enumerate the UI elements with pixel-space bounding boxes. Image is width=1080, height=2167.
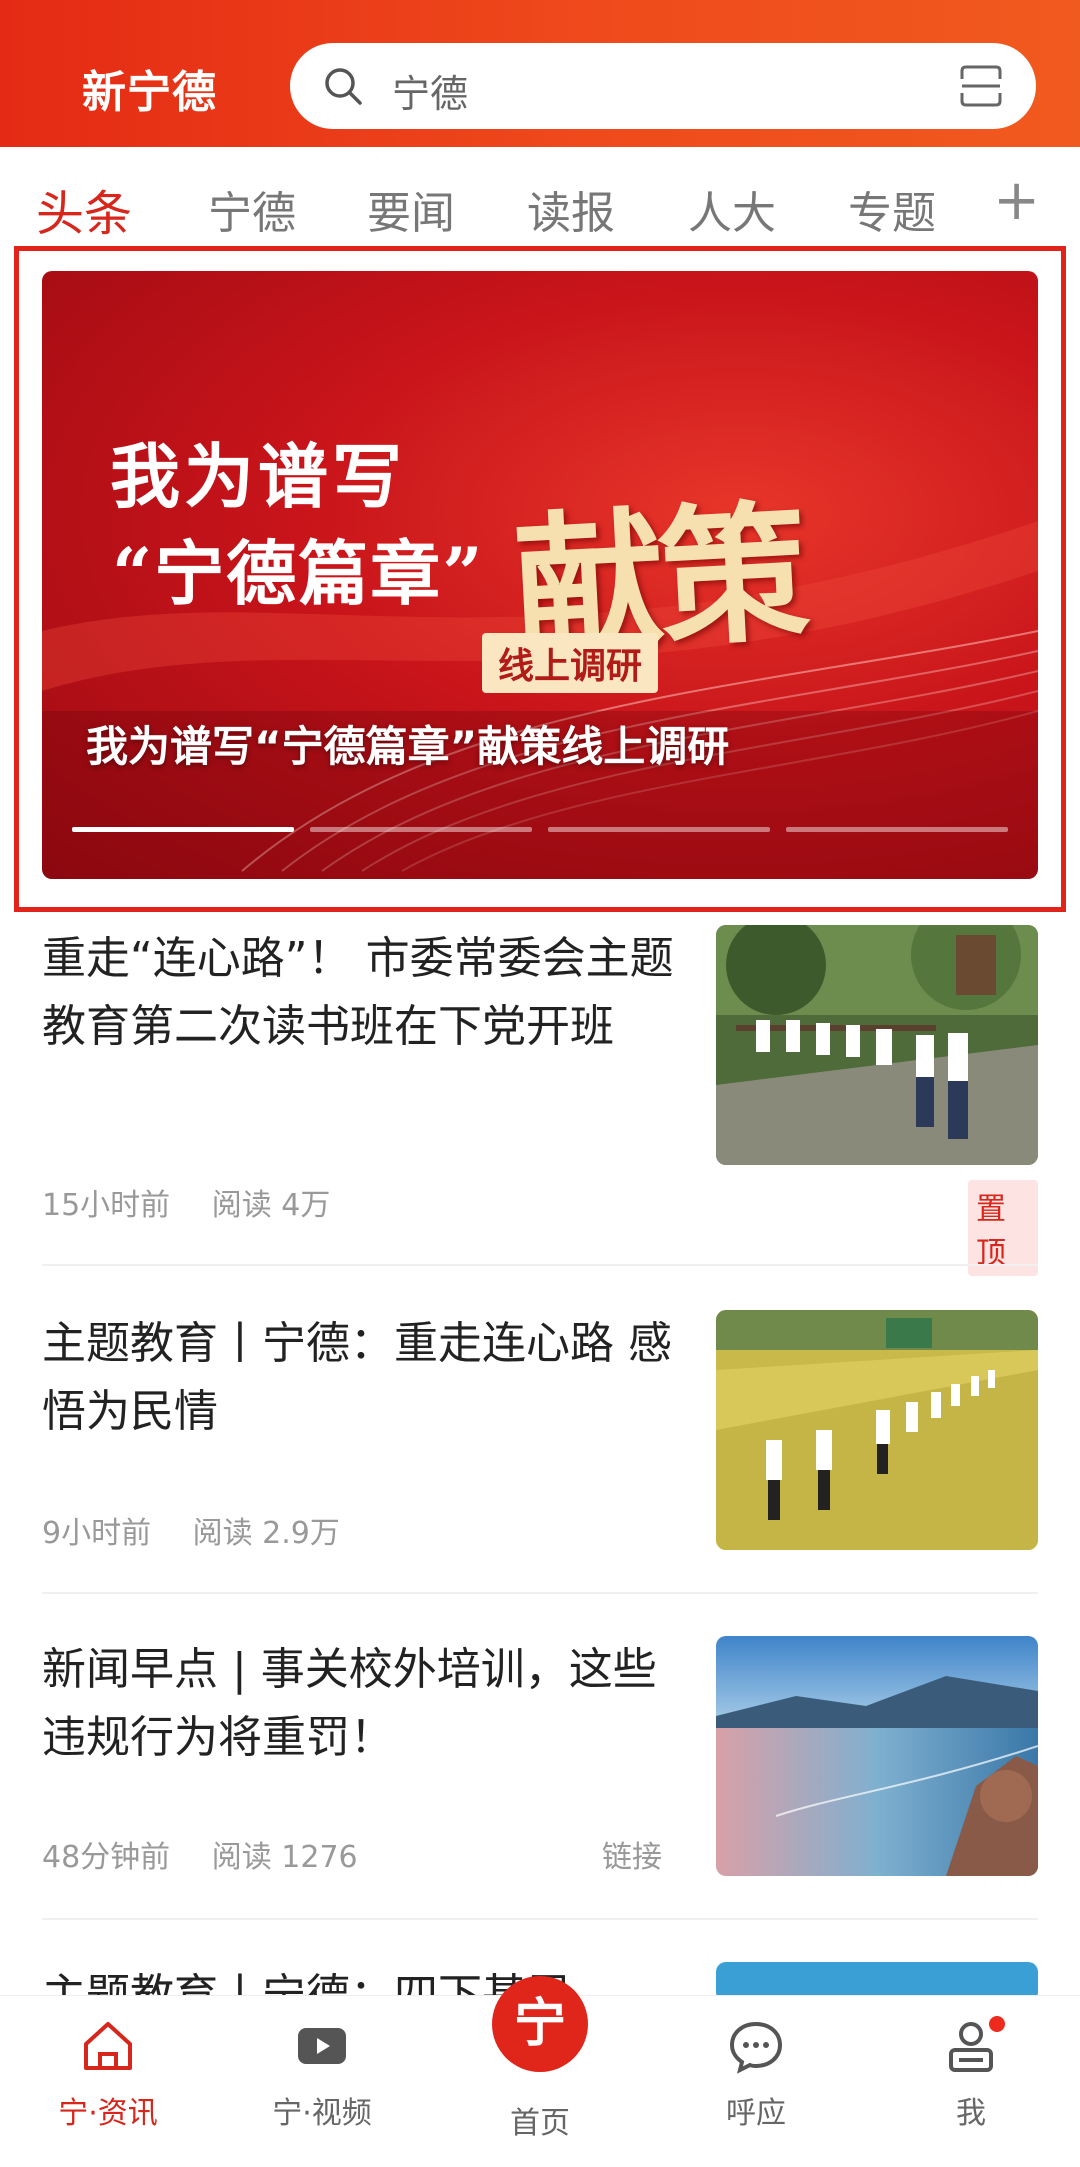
nav-label: 宁·资讯 bbox=[58, 2096, 158, 2131]
news-reads: 阅读 2.9万 bbox=[192, 1516, 340, 1551]
app-header: 新宁德 宁德 bbox=[0, 0, 1080, 147]
banner-headline-line2: “宁德篇章” bbox=[112, 532, 485, 615]
news-time: 9小时前 bbox=[42, 1516, 152, 1551]
scan-icon[interactable] bbox=[958, 63, 1004, 109]
app-logo: 新宁德 bbox=[82, 67, 217, 118]
news-thumbnail bbox=[716, 925, 1038, 1165]
carousel-dot[interactable] bbox=[786, 827, 1008, 832]
chat-bubble-icon bbox=[729, 2021, 783, 2074]
news-time: 48分钟前 bbox=[42, 1840, 171, 1875]
news-time: 15小时前 bbox=[42, 1188, 171, 1223]
news-reads: 阅读 1276 bbox=[211, 1840, 358, 1875]
news-item[interactable]: 重走“连心路”！ 市委常委会主题教育第二次读书班在下党开班 15小时前 阅读 4… bbox=[42, 925, 1038, 1276]
banner-carousel[interactable]: 我为谱写 “宁德篇章” 献策 线上调研 我为谱写“宁德篇章”献策线上调研 bbox=[42, 271, 1038, 879]
carousel-dot[interactable] bbox=[548, 827, 770, 832]
news-item[interactable]: 主题教育丨宁德：重走连心路 感悟为民情 9小时前 阅读 2.9万 bbox=[42, 1310, 1038, 1580]
carousel-dot[interactable] bbox=[310, 827, 532, 832]
tab-yaowen[interactable]: 要闻 bbox=[367, 177, 455, 241]
nav-news[interactable]: 宁·资讯 bbox=[28, 2016, 188, 2132]
nav-response[interactable]: 呼应 bbox=[676, 2016, 836, 2132]
home-logo-icon[interactable]: 宁 bbox=[492, 1976, 588, 2072]
news-title: 主题教育丨宁德：重走连心路 感悟为民情 bbox=[42, 1318, 672, 1437]
link-label: 链接 bbox=[602, 1840, 662, 1875]
news-meta: 9小时前 阅读 2.9万 bbox=[42, 1508, 372, 1552]
nav-me[interactable]: 我 bbox=[891, 2016, 1051, 2132]
search-icon bbox=[325, 68, 362, 105]
banner-headline-line1: 我为谱写 bbox=[110, 435, 406, 518]
news-title: 新闻早点 | 事关校外培训，这些违规行为将重罚！ bbox=[42, 1644, 657, 1763]
category-tabs: 头条 宁德 要闻 读报 人大 专题 + bbox=[0, 147, 1080, 247]
divider bbox=[42, 1592, 1038, 1594]
notification-dot bbox=[989, 2016, 1005, 2032]
news-item[interactable]: 新闻早点 | 事关校外培训，这些违规行为将重罚！ 48分钟前 阅读 1276 链… bbox=[42, 1636, 1038, 1916]
search-query-text: 宁德 bbox=[392, 72, 469, 116]
tab-dubao[interactable]: 读报 bbox=[527, 177, 615, 241]
divider bbox=[42, 1918, 1038, 1920]
bottom-navigation: 宁·资讯 宁·视频 宁 首页 呼应 我 bbox=[0, 1976, 1080, 2167]
banner-caption: 我为谱写“宁德篇章”献策线上调研 bbox=[86, 722, 730, 771]
house-icon bbox=[84, 2022, 132, 2070]
nav-label: 首页 bbox=[510, 2106, 570, 2141]
news-thumbnail bbox=[716, 1636, 1038, 1876]
nav-label: 宁·视频 bbox=[272, 2096, 372, 2131]
news-thumbnail bbox=[716, 1310, 1038, 1550]
nav-label: 我 bbox=[956, 2096, 986, 2131]
news-meta: 15小时前 阅读 4万 bbox=[42, 1180, 362, 1224]
pinned-badge: 置顶 bbox=[968, 1180, 1038, 1276]
carousel-indicator bbox=[72, 827, 1012, 833]
divider bbox=[42, 1264, 1038, 1266]
video-play-icon bbox=[298, 2028, 346, 2064]
banner-tag: 线上调研 bbox=[482, 633, 659, 693]
news-title: 重走“连心路”！ 市委常委会主题教育第二次读书班在下党开班 bbox=[42, 933, 674, 1052]
tab-toutiao[interactable]: 头条 bbox=[36, 174, 132, 244]
tab-zhuanti[interactable]: 专题 bbox=[848, 177, 936, 241]
carousel-dot[interactable] bbox=[72, 827, 294, 832]
nav-label: 呼应 bbox=[726, 2096, 786, 2131]
search-bar[interactable]: 宁德 bbox=[290, 43, 1036, 129]
nav-video[interactable]: 宁·视频 bbox=[242, 2016, 402, 2132]
news-reads: 阅读 4万 bbox=[211, 1188, 331, 1223]
tab-renda[interactable]: 人大 bbox=[688, 177, 776, 241]
add-tab-icon[interactable]: + bbox=[993, 173, 1040, 229]
news-meta: 48分钟前 阅读 1276 bbox=[42, 1832, 390, 1876]
tab-ningde[interactable]: 宁德 bbox=[208, 177, 296, 241]
